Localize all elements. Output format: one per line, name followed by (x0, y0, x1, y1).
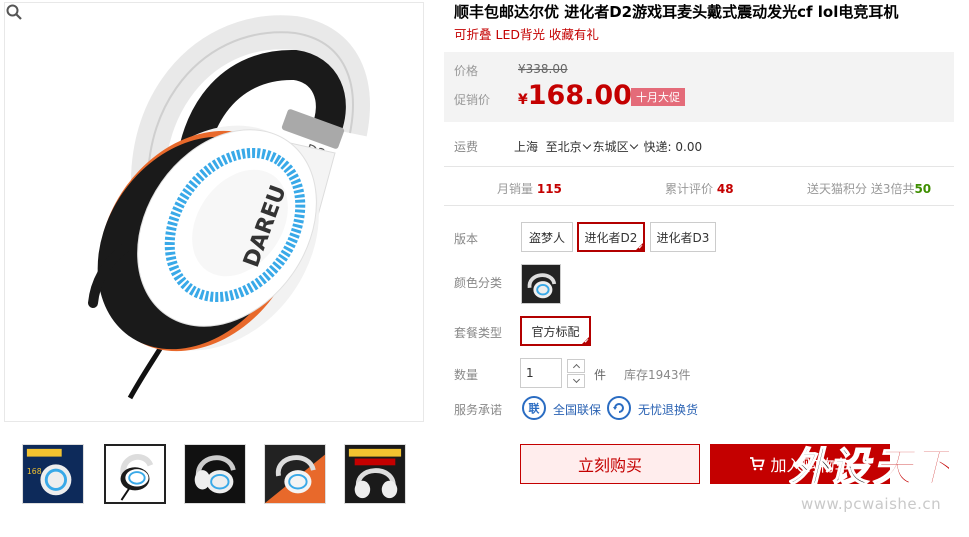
buy-now-button[interactable]: 立刻购买 (520, 444, 700, 484)
package-option[interactable]: 官方标配 ✔ (520, 316, 591, 346)
main-product-image[interactable]: D2 DAREU (4, 2, 424, 422)
monthly-sales-label: 月销量 (497, 182, 534, 196)
quantity-label: 数量 (454, 368, 479, 382)
chevron-down-icon (629, 140, 638, 150)
thumbnail-3[interactable] (184, 444, 246, 504)
watermark-logo: 外设 天下 (789, 444, 949, 492)
monthly-sales: 月销量 115 (497, 180, 562, 197)
color-swatch[interactable] (521, 264, 561, 304)
color-label: 颜色分类 (454, 276, 503, 290)
product-subtitle: 可折叠 LED背光 收藏有礼 (454, 27, 599, 42)
shipping-method: 快递: 0.00 (643, 140, 703, 154)
monthly-sales-value: 115 (536, 182, 562, 196)
version-option-text: 进化者D2 (584, 230, 638, 245)
quantity-input[interactable] (520, 358, 562, 388)
watermark: 外设 天下 www.pcwaishe.cn (789, 437, 949, 527)
chevron-down-icon (572, 375, 580, 384)
svg-text:168: 168 (27, 467, 42, 476)
thumbnail-5[interactable] (344, 444, 406, 504)
original-price: ¥338.00 (518, 62, 568, 76)
service-label: 服务承诺 (454, 403, 503, 417)
service-return[interactable]: 无忧退换货 (638, 401, 698, 418)
chevron-down-icon (582, 140, 591, 150)
product-title: 顺丰包邮达尔优 进化者D2游戏耳麦头戴式震动发光cf lol电竞耳机 (454, 3, 899, 21)
svg-text:天下: 天下 (873, 445, 949, 491)
quantity-unit: 件 (594, 368, 607, 382)
dest-city-text: 至北京 (545, 140, 582, 154)
quantity-decrease-button[interactable] (567, 374, 585, 388)
package-label: 套餐类型 (454, 326, 503, 340)
zoom-icon[interactable] (5, 3, 23, 21)
reviews-value: 48 (716, 182, 734, 196)
check-icon: ✔ (637, 244, 643, 251)
thumbnail-4[interactable] (264, 444, 326, 504)
quantity-increase-button[interactable] (567, 359, 585, 373)
promo-price-label: 促销价 (454, 93, 491, 107)
shipping-dest-district[interactable]: 东城区 (593, 140, 640, 154)
points-info: 送天猫积分 送3倍共50 (807, 180, 931, 197)
chevron-up-icon (572, 363, 580, 372)
points-label: 送天猫积分 送3倍共 (807, 182, 915, 196)
package-option-text: 官方标配 (531, 324, 580, 339)
service-warranty[interactable]: 全国联保 (553, 401, 601, 418)
divider (444, 166, 954, 167)
points-value: 50 (914, 182, 932, 196)
thumbnail-2[interactable] (104, 444, 166, 504)
original-price-label: 价格 (454, 64, 479, 78)
divider (444, 205, 954, 206)
reviews-label: 累计评价 (665, 182, 714, 196)
shipping-label: 运费 (454, 140, 479, 154)
cart-icon (750, 457, 766, 471)
promo-price: ¥168.00 (518, 80, 632, 111)
currency-symbol: ¥ (518, 92, 528, 108)
thumbnail-1[interactable]: 168 (22, 444, 84, 504)
return-icon (607, 396, 631, 420)
version-option-1[interactable]: 盗梦人 (521, 222, 573, 252)
version-option-text: 盗梦人 (528, 230, 565, 245)
warranty-icon: 联 (522, 396, 546, 420)
check-icon: ✔ (583, 338, 589, 345)
stock-count: 库存1943件 (624, 368, 691, 382)
shipping-origin: 上海 (514, 140, 539, 154)
shipping-dest-city[interactable]: 至北京 (546, 140, 593, 154)
watermark-url: www.pcwaishe.cn (801, 495, 942, 513)
version-option-3[interactable]: 进化者D3 (650, 222, 716, 252)
shipping-info: 上海 至北京 东城区 快递: 0.00 (514, 138, 702, 155)
price-panel: 价格 ¥338.00 促销价 ¥168.00 十月大促 (444, 52, 954, 122)
version-option-text: 进化者D3 (656, 230, 710, 245)
promo-tag: 十月大促 (631, 88, 685, 106)
version-option-2[interactable]: 进化者D2 ✔ (577, 222, 645, 252)
svg-text:外设: 外设 (789, 445, 873, 491)
review-count[interactable]: 累计评价 48 (665, 180, 734, 197)
promo-price-value: 168.00 (527, 80, 632, 111)
version-label: 版本 (454, 232, 479, 246)
dest-district-text: 东城区 (592, 140, 629, 154)
